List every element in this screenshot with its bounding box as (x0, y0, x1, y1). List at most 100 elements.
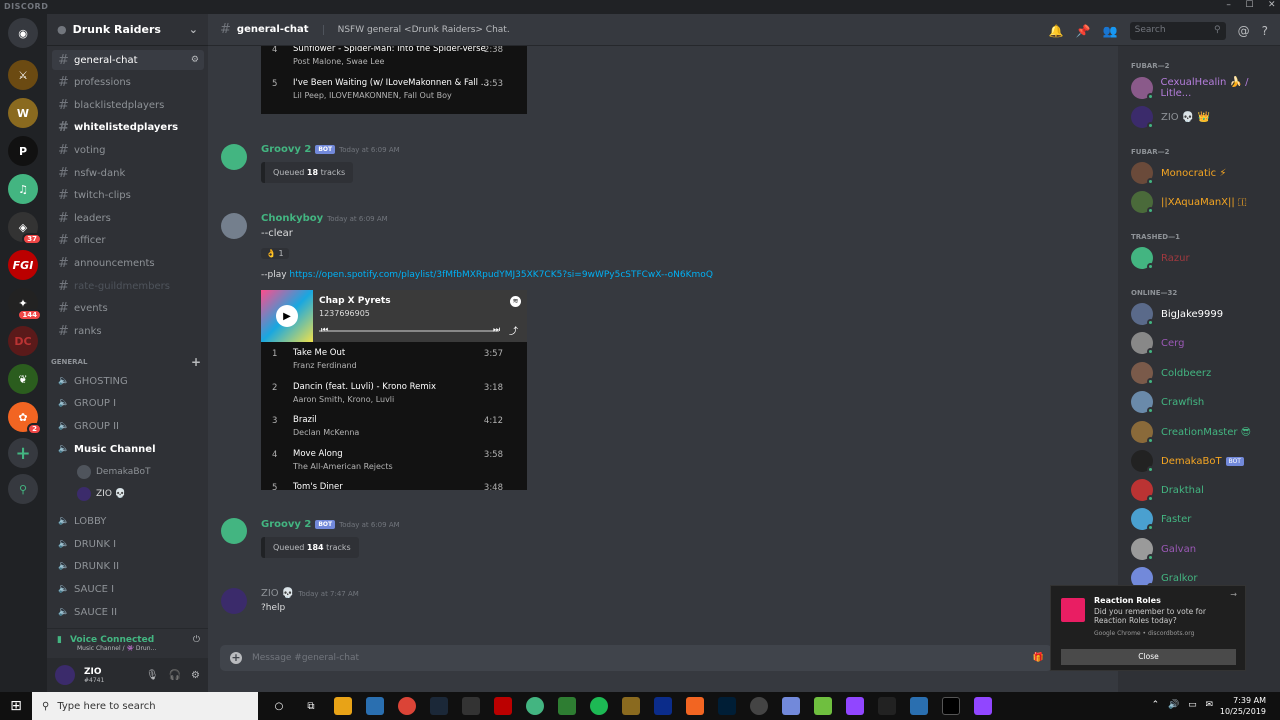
server-icon[interactable]: P (8, 136, 38, 166)
message-author[interactable]: ZIO 💀 Today at 7:47 AM (261, 588, 359, 599)
channel-voting[interactable]: # voting (52, 140, 204, 160)
task-view-icon[interactable]: ⧉ (302, 697, 320, 715)
voice-channel[interactable]: 🔈 SAUCE I (52, 579, 204, 599)
playlist-owner[interactable]: 1237696905 (319, 309, 370, 318)
twitch-icon[interactable] (974, 697, 992, 715)
app-icon[interactable] (910, 697, 928, 715)
help-icon[interactable]: ? (1262, 24, 1268, 38)
track-row[interactable]: 4 Sunflower - Spider-Man: Into the Spider… (261, 46, 527, 72)
avatar[interactable] (221, 144, 247, 170)
add-server-icon[interactable]: + (8, 438, 38, 468)
member-item[interactable]: Drakthal (1131, 479, 1204, 502)
arrow-icon[interactable]: → (1230, 590, 1237, 599)
reaction-ok[interactable]: 👌 1 (261, 248, 289, 259)
member-item[interactable]: CexualHealin 🍌 / Litle... (1131, 77, 1280, 100)
spotify-icon[interactable] (590, 697, 608, 715)
discord-icon[interactable] (782, 697, 800, 715)
voice-channel[interactable]: 🔈 LOBBY (52, 511, 204, 531)
gear-icon[interactable]: ⚙ (191, 670, 200, 681)
explore-icon[interactable]: ⚲ (8, 474, 38, 504)
message-input[interactable]: + Message #general-chat 🎁 (220, 645, 1052, 671)
track-row[interactable]: 2 Dancin (feat. Luvli) - Krono Remix Aaron… (261, 376, 527, 410)
app-icon[interactable] (622, 697, 640, 715)
member-item[interactable]: ||XAquaManX|| 🇮 (1131, 191, 1247, 214)
server-icon[interactable]: ⚔ (8, 60, 38, 90)
clock[interactable]: 7:39 AM 10/25/2019 (1220, 695, 1266, 717)
close-icon[interactable]: ✕ (1268, 0, 1276, 10)
upload-icon[interactable]: + (230, 652, 242, 664)
windows-start-icon[interactable]: ⊞ (0, 698, 32, 714)
app-icon[interactable] (494, 697, 512, 715)
member-item[interactable]: Galvan (1131, 538, 1196, 561)
server-icon[interactable]: DC (8, 326, 38, 356)
channel-events[interactable]: # events (52, 299, 204, 319)
spotify-icon[interactable]: ≋ (510, 296, 521, 307)
voice-channel[interactable]: 🔈 SAUCE II (52, 602, 204, 622)
voice-channel[interactable]: 🔈 Music Channel (52, 439, 204, 459)
channel-officer[interactable]: # officer (52, 231, 204, 251)
playlist-link[interactable]: https://open.spotify.com/playlist/3fMfbM… (289, 270, 712, 280)
track-row[interactable]: 5 Tom's Diner 3:48 (261, 476, 527, 490)
app-icon[interactable] (878, 697, 896, 715)
next-icon[interactable]: ⏭ (493, 325, 500, 335)
avatar[interactable] (221, 588, 247, 614)
disconnect-icon[interactable]: ⏻ (193, 635, 200, 645)
photoshop-icon[interactable] (718, 697, 736, 715)
chrome-icon[interactable] (398, 697, 416, 715)
avatar[interactable] (55, 665, 75, 685)
channel-blacklistedplayers[interactable]: # blacklistedplayers (52, 95, 204, 115)
cortana-icon[interactable]: ○ (270, 697, 288, 715)
avatar[interactable] (221, 213, 247, 239)
member-item[interactable]: Crawfish (1131, 391, 1204, 414)
server-icon[interactable]: ♫ (8, 174, 38, 204)
prev-icon[interactable]: ⏮ (321, 325, 328, 335)
avatar[interactable] (221, 518, 247, 544)
app-icon[interactable] (526, 697, 544, 715)
voice-channel[interactable]: 🔈 GROUP II (52, 416, 204, 436)
gift-icon[interactable]: 🎁 (1033, 653, 1044, 663)
server-icon[interactable]: ✿ 2 (8, 402, 42, 435)
server-icon[interactable]: W (8, 98, 38, 128)
headphones-icon[interactable]: 🎧 (169, 670, 181, 681)
progress-bar[interactable] (319, 330, 499, 332)
channel-ranks[interactable]: # ranks (52, 321, 204, 341)
playlist-title[interactable]: Chap X Pyrets (319, 296, 391, 306)
channel-twitch-clips[interactable]: # twitch-clips (52, 186, 204, 206)
member-item[interactable]: CreationMaster 😎 (1131, 421, 1251, 444)
app-icon[interactable] (814, 697, 832, 715)
mic-icon[interactable]: 🎙 (146, 670, 159, 681)
toast-close-button[interactable]: Close (1061, 649, 1236, 665)
channel-nsfw-dank[interactable]: # nsfw-dank (52, 163, 204, 183)
pin-icon[interactable]: 📌 (1076, 24, 1091, 38)
bell-icon[interactable]: 🔔 (1049, 24, 1064, 38)
member-item[interactable]: Cerg (1131, 332, 1184, 355)
track-row[interactable]: 4 Move Along The All-American Rejects 3:58 (261, 443, 527, 477)
message-author[interactable]: Chonkyboy Today at 6:09 AM (261, 213, 388, 224)
playlist-cover[interactable]: ▶ (261, 290, 313, 342)
category-general[interactable]: GENERAL + (51, 356, 201, 368)
voice-user[interactable]: ZIO 💀 (77, 487, 126, 501)
server-icon[interactable]: ❦ (8, 364, 38, 394)
track-row[interactable]: 3 Brazil Declan McKenna 4:12 (261, 409, 527, 443)
search-input[interactable]: Search ⚲ (1129, 22, 1226, 40)
maximize-icon[interactable]: ☐ (1245, 0, 1254, 10)
channel-rate-guildmembers[interactable]: # rate-guildmembers (52, 276, 204, 296)
channel-professions[interactable]: # professions (52, 73, 204, 93)
server-icon[interactable]: ✦ 144 (8, 288, 42, 321)
chevron-down-icon[interactable]: ⌄ (189, 23, 198, 36)
app-icon[interactable] (654, 697, 672, 715)
voice-channel[interactable]: 🔈 GROUP I (52, 393, 204, 413)
channel-general-chat[interactable]: # general-chat ⚙ (52, 50, 204, 70)
member-item[interactable]: Coldbeerz (1131, 362, 1211, 385)
member-item[interactable]: Faster (1131, 508, 1191, 531)
discord-home-icon[interactable]: ◉ (8, 18, 38, 48)
member-item[interactable]: ZIO 💀 👑 (1131, 106, 1210, 129)
member-item[interactable]: DemakaBoT BOT (1131, 450, 1244, 473)
steam-icon[interactable] (430, 697, 448, 715)
share-icon[interactable]: ⤴ (509, 324, 518, 337)
app-icon[interactable] (366, 697, 384, 715)
terminal-icon[interactable] (942, 697, 960, 715)
server-header[interactable]: ● Drunk Raiders ⌄ (47, 14, 208, 46)
channel-settings-icon[interactable]: ⚙ (191, 55, 199, 65)
file-explorer-icon[interactable] (334, 697, 352, 715)
